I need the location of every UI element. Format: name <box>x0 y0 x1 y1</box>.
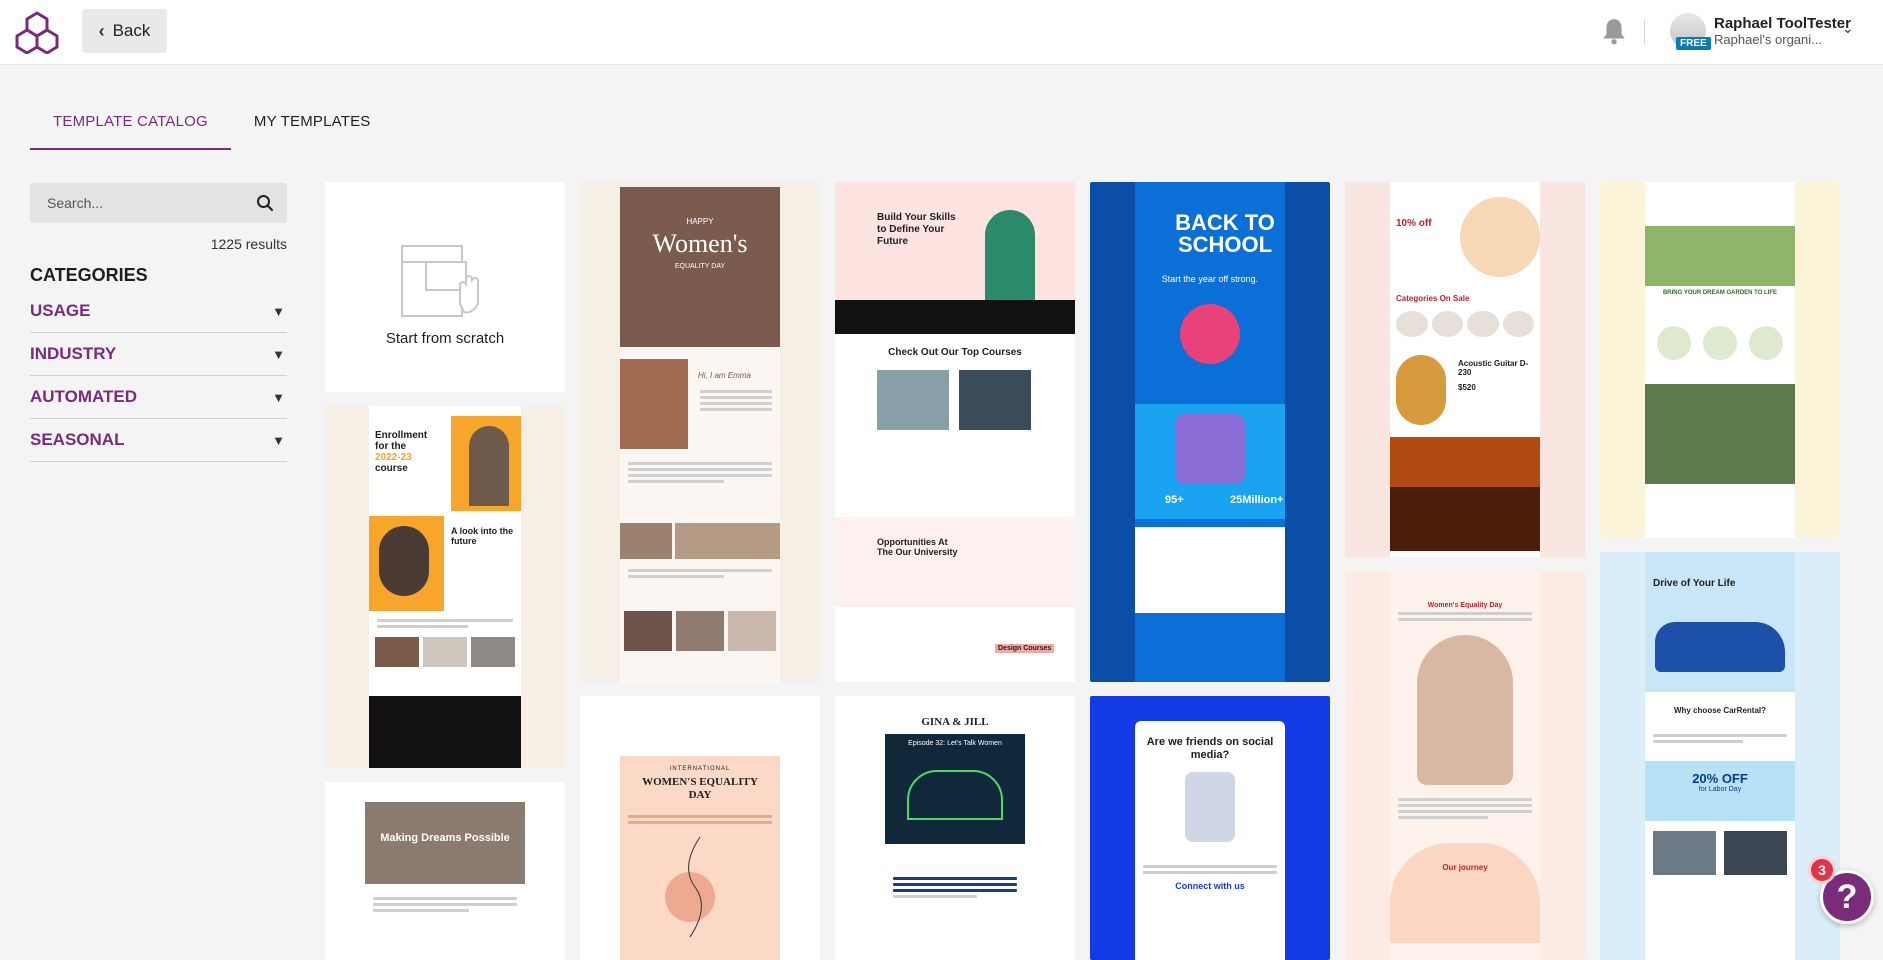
back-label: Back <box>112 21 151 40</box>
template-preview: GINA & JILL Episode 32: Let's Talk Women <box>885 696 1025 960</box>
chevron-down-icon: ▼ <box>272 432 285 448</box>
scratch-label: Start from scratch <box>385 330 505 347</box>
app-logo-icon[interactable] <box>14 10 60 54</box>
template-card-music-shop[interactable]: 10% off Categories On Sale Acoustic Guit… <box>1345 182 1585 557</box>
preview-text: Women's Equality Day <box>1427 602 1503 609</box>
chevron-down-icon: ▼ <box>272 389 285 405</box>
bell-icon[interactable] <box>1601 17 1627 45</box>
search-box <box>30 183 287 223</box>
preview-text: 10% off <box>1396 218 1432 229</box>
preview-text: Hi, I am Emma <box>698 371 751 380</box>
preview-text: Are we friends on social media? <box>1146 736 1274 761</box>
template-preview: Making Dreams Possible <box>365 782 525 960</box>
preview-text: INTERNATIONAL <box>669 766 731 772</box>
chevron-left-icon: ‹ <box>98 20 105 41</box>
preview-text: for the <box>375 441 407 452</box>
preview-text: 2022-23 <box>375 452 412 463</box>
preview-text: Enrollment <box>375 430 428 441</box>
preview-text: 25Million+ <box>1230 494 1284 506</box>
preview-text: BRING YOUR DREAM GARDEN TO LIFE <box>1662 290 1778 296</box>
preview-text: $520 <box>1458 383 1476 392</box>
preview-text: 95+ <box>1165 494 1184 506</box>
template-preview: INTERNATIONAL WOMEN'S EQUALITY DAY <box>620 756 780 960</box>
template-preview: Drive of Your Life Why choose CarRental?… <box>1645 552 1795 960</box>
face-illustration <box>665 836 715 938</box>
category-label: SEASONAL <box>30 430 125 449</box>
question-icon: ? <box>1836 877 1858 916</box>
category-list: USAGE ▼ INDUSTRY ▼ AUTOMATED ▼ SEASONAL ▼ <box>30 290 287 462</box>
category-label: USAGE <box>30 301 91 320</box>
start-from-scratch-card[interactable]: Start from scratch <box>325 182 565 392</box>
preview-text: for Labor Day <box>1698 786 1742 793</box>
preview-text: Build Your Skills to Define Your Future <box>877 212 956 247</box>
tab-template-catalog[interactable]: TEMPLATE CATALOG <box>30 100 231 150</box>
template-card-garden[interactable]: BRING YOUR DREAM GARDEN TO LIFE <box>1600 182 1840 538</box>
category-usage[interactable]: USAGE ▼ <box>30 290 287 333</box>
tab-my-templates[interactable]: MY TEMPLATES <box>231 100 394 150</box>
category-label: INDUSTRY <box>30 344 117 363</box>
preview-text: Making Dreams Possible <box>380 832 510 844</box>
preview-text: Acoustic Guitar D-230 <box>1458 359 1529 377</box>
preview-text: Drive of Your Life <box>1653 578 1736 589</box>
chevron-down-icon: ▼ <box>272 303 285 319</box>
back-button[interactable]: ‹ Back <box>82 9 167 53</box>
chevron-down-icon: ▼ <box>272 346 285 362</box>
preview-text: WOMEN'S EQUALITY DAY <box>642 776 758 801</box>
avatar[interactable]: FREE <box>1670 13 1711 50</box>
template-card-social[interactable]: Are we friends on social media? Connect … <box>1090 696 1330 960</box>
user-org[interactable]: Raphael's organi... <box>1714 32 1822 47</box>
template-card-car-rental[interactable]: Drive of Your Life Why choose CarRental?… <box>1600 552 1840 960</box>
template-card-back-to-school[interactable]: BACK TO SCHOOL Start the year off strong… <box>1090 182 1330 682</box>
results-count: 1225 results <box>210 236 287 252</box>
category-automated[interactable]: AUTOMATED ▼ <box>30 376 287 419</box>
preview-text: Our journey <box>1442 863 1488 872</box>
template-preview: HAPPY Women's EQUALITY DAY Hi, I am Emma <box>620 187 780 682</box>
template-card-skills[interactable]: Build Your Skills to Define Your Future … <box>835 182 1075 682</box>
template-card-dreams[interactable]: Making Dreams Possible <box>325 782 565 960</box>
template-preview: Are we friends on social media? Connect … <box>1135 721 1285 960</box>
preview-text: 20% OFF <box>1692 771 1748 786</box>
template-card-equality-day-2[interactable]: Women's Equality Day Our journey <box>1345 572 1585 960</box>
preview-text: EQUALITY DAY <box>674 263 726 270</box>
preview-text: Start the year off strong. <box>1161 274 1259 284</box>
top-bar: ‹ Back FREE Raphael ToolTester Raphael's… <box>0 0 1883 65</box>
preview-text: Episode 32: Let's Talk Women <box>908 740 1002 747</box>
categories-title: CATEGORIES <box>30 265 148 285</box>
search-input[interactable] <box>30 183 245 223</box>
tabs: TEMPLATE CATALOG MY TEMPLATES <box>30 100 394 150</box>
preview-text: Design Courses <box>995 644 1055 653</box>
preview-text: Check Out Our Top Courses <box>888 347 1022 358</box>
template-card-enrollment[interactable]: Enrollment for the 2022-23 course A look… <box>325 406 565 768</box>
template-preview: Enrollment for the 2022-23 course A look… <box>369 406 521 768</box>
preview-text: Why choose CarRental? <box>1673 706 1766 715</box>
preview-text: Opportunities At The Our University <box>877 537 958 557</box>
preview-text: course <box>375 463 408 474</box>
template-preview: 10% off Categories On Sale Acoustic Guit… <box>1390 182 1540 557</box>
template-preview: Women's Equality Day Our journey <box>1390 572 1540 960</box>
category-seasonal[interactable]: SEASONAL ▼ <box>30 419 287 462</box>
notification-badge[interactable]: 3 <box>1808 856 1836 884</box>
search-icon[interactable] <box>256 194 274 212</box>
template-card-womens-day[interactable]: HAPPY Women's EQUALITY DAY Hi, I am Emma <box>580 182 820 682</box>
category-label: AUTOMATED <box>30 387 138 406</box>
user-name[interactable]: Raphael ToolTester <box>1714 15 1851 32</box>
preview-text: BACK TO SCHOOL <box>1175 210 1275 257</box>
blank-template-icon <box>401 245 479 317</box>
divider <box>1644 19 1645 45</box>
preview-text: HAPPY <box>686 217 714 226</box>
chevron-down-icon[interactable]: ⌄ <box>1842 20 1854 37</box>
template-preview: BACK TO SCHOOL Start the year off strong… <box>1135 182 1285 682</box>
preview-text: Women's <box>652 229 748 258</box>
template-card-equality[interactable]: INTERNATIONAL WOMEN'S EQUALITY DAY <box>580 696 820 960</box>
category-industry[interactable]: INDUSTRY ▼ <box>30 333 287 376</box>
preview-text: A look into the future <box>451 526 514 546</box>
preview-text: Connect with us <box>1175 881 1245 891</box>
preview-text: Categories On Sale <box>1396 294 1470 303</box>
plan-badge: FREE <box>1676 37 1711 50</box>
template-preview: BRING YOUR DREAM GARDEN TO LIFE <box>1645 182 1795 538</box>
template-card-podcast[interactable]: GINA & JILL Episode 32: Let's Talk Women <box>835 696 1075 960</box>
preview-text: GINA & JILL <box>921 716 989 728</box>
